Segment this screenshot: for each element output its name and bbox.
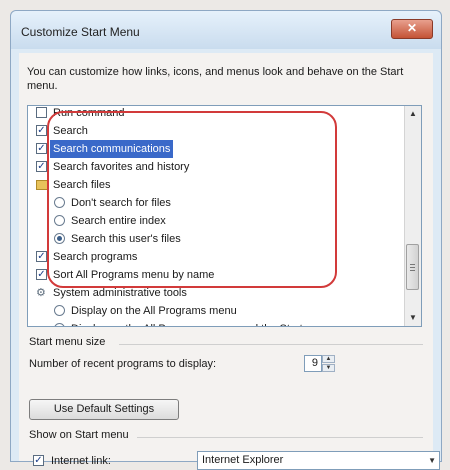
recent-programs-stepper[interactable]: ▲ ▼ [322,355,335,372]
checkbox[interactable]: ✓ [36,125,47,136]
start-menu-size-heading: Start menu size [29,336,106,348]
list-item-label: Search files [53,179,111,191]
stepper-down-button[interactable]: ▼ [322,364,335,372]
list-item-label: Search entire index [71,215,166,227]
list-item-label: Search this user's files [71,233,181,245]
thumb-grip [410,270,415,271]
radio-button[interactable] [54,215,65,226]
radio-button[interactable] [54,197,65,208]
list-item-label: Search favorites and history [53,161,190,173]
recent-programs-field[interactable]: 9 [304,355,322,372]
window-title: Customize Start Menu [21,25,140,39]
stepper-up-button[interactable]: ▲ [322,355,335,363]
list-item-label: Search programs [53,251,138,263]
scroll-down-button[interactable]: ▼ [405,310,421,326]
checkbox[interactable]: ✓ [36,269,47,280]
title-bar[interactable]: Customize Start Menu ✕ [11,11,441,49]
browser-select[interactable]: Internet Explorer ▼ [197,451,440,470]
use-default-settings-button[interactable]: Use Default Settings [29,399,179,420]
scroll-up-button[interactable]: ▲ [405,106,421,122]
browser-select-value: Internet Explorer [202,454,284,466]
list-item-label: Search [53,125,88,137]
thumb-grip [410,264,415,265]
internet-link-checkbox[interactable]: ✓ [33,455,44,466]
section-divider [137,437,423,438]
list-item-label: Don't search for files [71,197,171,209]
list-item-label: Display on the All Programs menu and the… [71,320,333,326]
list-item-label: Search communications [50,140,174,158]
customize-start-menu-dialog: Customize Start Menu ✕ You can customize… [10,10,442,470]
checkbox[interactable] [36,107,47,118]
thumb-grip [410,267,415,268]
folder-icon [36,180,49,190]
vertical-scrollbar[interactable]: ▲ ▼ [404,106,421,326]
description-text: You can customize how links, icons, and … [27,66,404,92]
section-divider [119,344,423,345]
list-item-label: Display on the All Programs menu [71,305,237,317]
admin-tools-icon: ⚙ [36,287,46,299]
close-button[interactable]: ✕ [391,19,433,39]
list-item-label: Run command [53,107,125,119]
recent-programs-label: Number of recent programs to display: [29,358,217,370]
internet-link-label: Internet link: [51,455,111,467]
scrollbar-thumb[interactable] [406,244,419,290]
radio-button[interactable] [54,305,65,316]
radio-button[interactable] [54,323,65,326]
checkbox[interactable]: ✓ [36,143,47,154]
radio-button[interactable] [54,233,65,244]
options-list[interactable]: ▲ ▼ Run command ✓ Search ✓ Search communicat… [27,105,422,327]
dialog-body: You can customize how links, icons, and … [19,53,440,470]
list-item-label: System administrative tools [53,287,187,299]
list-item-label: Sort All Programs menu by name [53,269,215,281]
checkbox[interactable]: ✓ [36,161,47,172]
chevron-down-icon: ▼ [428,456,436,465]
checkbox[interactable]: ✓ [36,251,47,262]
show-on-start-heading: Show on Start menu [29,429,129,441]
